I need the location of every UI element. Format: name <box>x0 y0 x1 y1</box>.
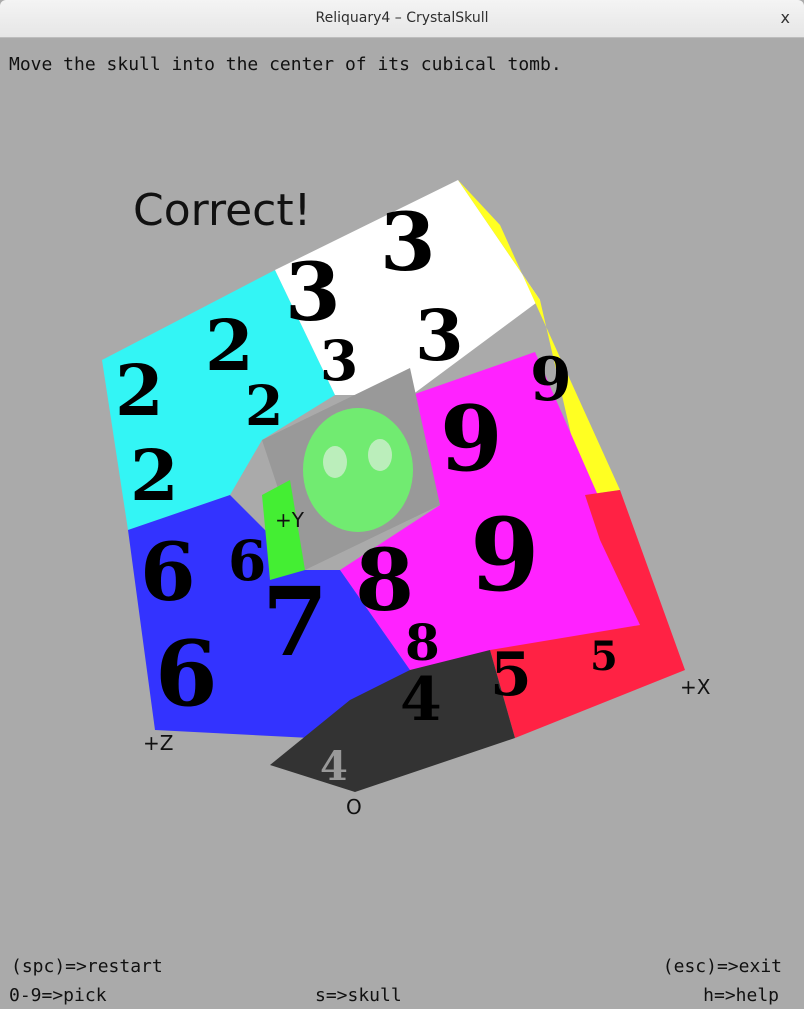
digit: 8 <box>405 613 440 672</box>
digit: 9 <box>530 345 572 415</box>
digit: 2 <box>115 349 164 432</box>
digit: 3 <box>320 328 358 393</box>
digit: 3 <box>285 245 341 339</box>
skull-eye-left <box>323 446 347 478</box>
help-skull: s=>skull <box>315 985 402 1006</box>
help-exit: (esc)=>exit <box>662 956 782 977</box>
digit: 6 <box>140 525 196 619</box>
help-restart: (spc)=>restart <box>11 956 163 977</box>
help-help: h=>help <box>703 985 779 1006</box>
help-pick: 0-9=>pick <box>9 985 107 1006</box>
axis-label-x: +X <box>680 675 711 699</box>
digit: 9 <box>470 496 540 614</box>
skull-eye-right <box>368 439 392 471</box>
digit: 9 <box>440 386 503 492</box>
crystal-skull <box>303 408 413 532</box>
digit: 2 <box>245 373 283 438</box>
digit: 3 <box>415 294 464 377</box>
digit: 3 <box>380 195 436 289</box>
game-canvas[interactable]: Correct! 2 2 2 2 3 3 3 3 9 9 9 8 8 6 6 6… <box>0 0 804 1009</box>
status-text: Correct! <box>133 185 311 236</box>
digit: 4 <box>320 743 348 790</box>
digit: 6 <box>228 528 266 593</box>
axis-label-y: +Y <box>275 508 305 532</box>
digit: 5 <box>590 633 618 680</box>
axis-label-z: +Z <box>143 731 173 755</box>
digit: 7 <box>262 567 328 678</box>
digit: 2 <box>130 434 179 517</box>
axis-label-origin: O <box>346 795 362 819</box>
digit: 4 <box>400 665 442 735</box>
digit: 6 <box>155 621 218 727</box>
digit: 5 <box>490 640 532 710</box>
